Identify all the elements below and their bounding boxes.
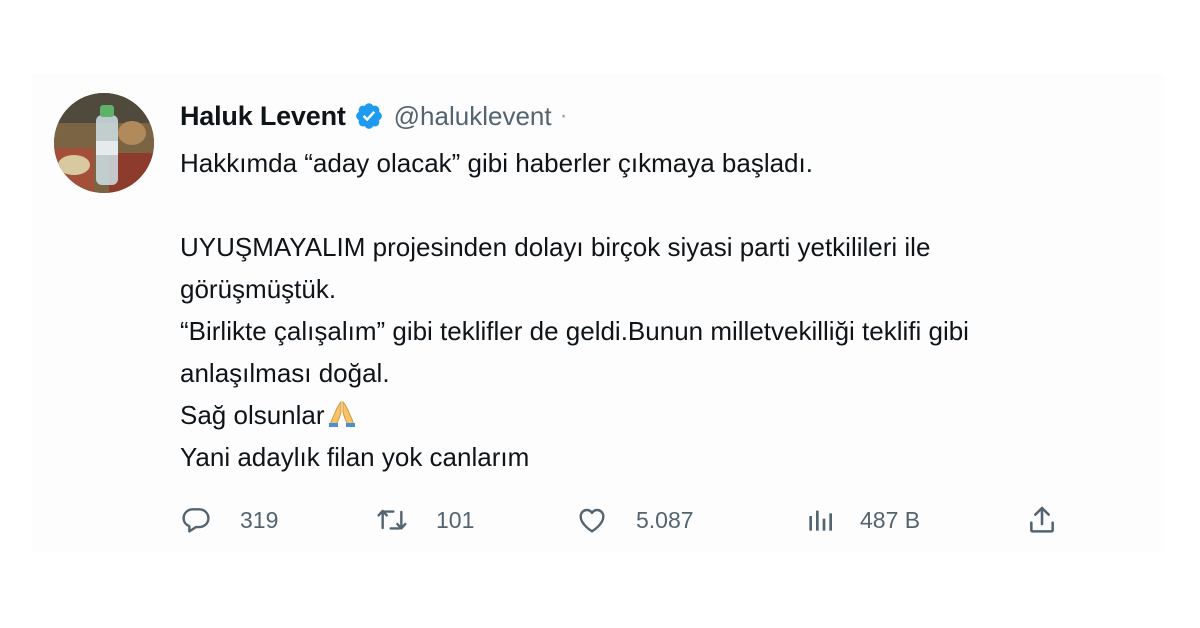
tweet-text: Hakkımda “aday olacak” gibi haberler çık… xyxy=(180,142,1160,478)
header-separator: · xyxy=(559,102,568,129)
author-handle[interactable]: @haluklevent xyxy=(394,101,552,132)
views-count: 487 B xyxy=(860,506,921,533)
tweet-actions: 319 101 5.087 487 B xyxy=(180,498,1080,542)
like-count: 5.087 xyxy=(636,506,694,533)
retweet-button[interactable]: 101 xyxy=(376,498,474,542)
retweet-arrows-icon xyxy=(376,504,408,536)
bar-chart-icon xyxy=(804,504,836,536)
tweet-line: Yani adaylık filan yok canlarım xyxy=(180,442,530,472)
tweet-line: “Birlikte çalışalım” gibi teklifler de g… xyxy=(180,316,969,346)
paragraph-break xyxy=(180,184,1160,226)
avatar[interactable] xyxy=(54,93,154,193)
tweet-line: anlaşılması doğal. xyxy=(180,358,390,388)
tweet-line: görüşmüştük. xyxy=(180,274,337,304)
like-button[interactable]: 5.087 xyxy=(576,498,694,542)
upload-share-icon xyxy=(1026,504,1058,536)
tweet-line-text: Sağ olsunlar xyxy=(180,400,325,430)
tweet-line: Hakkımda “aday olacak” gibi haberler çık… xyxy=(180,148,813,178)
verified-badge-icon xyxy=(354,101,384,131)
retweet-count: 101 xyxy=(436,506,475,533)
reply-button[interactable]: 319 xyxy=(180,498,278,542)
tweet-line-with-emoji: Sağ olsunlar xyxy=(180,394,1160,436)
speech-bubble-icon xyxy=(180,504,212,536)
tweet-header: Haluk Levent @haluklevent · xyxy=(180,96,568,136)
views-button[interactable]: 487 B xyxy=(804,498,920,542)
tweet-line: UYUŞMAYALIM projesinden dolayı birçok si… xyxy=(180,232,931,262)
share-button[interactable] xyxy=(1026,498,1058,542)
heart-icon xyxy=(576,504,608,536)
folded-hands-emoji-icon xyxy=(327,398,357,428)
author-display-name[interactable]: Haluk Levent xyxy=(180,101,346,132)
reply-count: 319 xyxy=(240,506,279,533)
